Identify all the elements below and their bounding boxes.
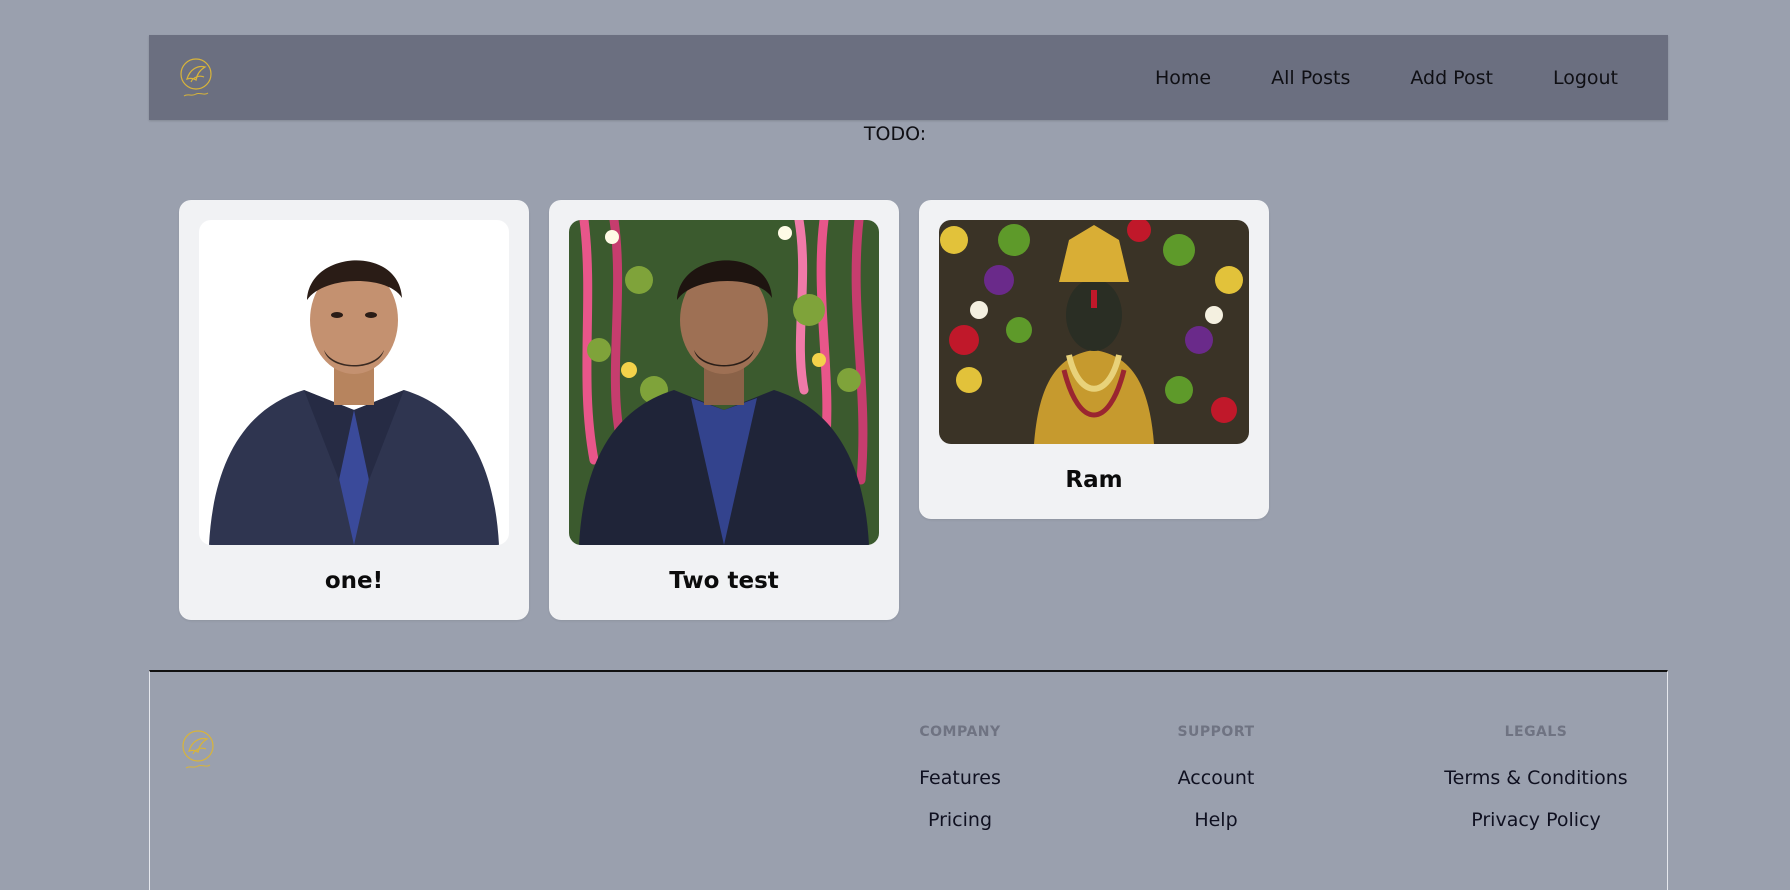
footer-link-terms[interactable]: Terms & Conditions [1386, 767, 1686, 789]
footer-column-support: SUPPORT Account Help [1116, 724, 1316, 831]
post-image [199, 220, 509, 545]
footer-heading: COMPANY [919, 724, 1001, 740]
site-logo-icon[interactable] [178, 55, 214, 101]
footer-link-features[interactable]: Features [860, 767, 1060, 789]
post-title: one! [324, 568, 384, 594]
main-nav: Home All Posts Add Post Logout [1155, 35, 1618, 120]
footer-link-help[interactable]: Help [1116, 809, 1316, 831]
nav-all-posts-link[interactable]: All Posts [1271, 67, 1350, 89]
footer-column-legals: LEGALS Terms & Conditions Privacy Policy [1386, 724, 1686, 831]
footer-heading: LEGALS [1504, 724, 1568, 740]
footer-link-pricing[interactable]: Pricing [860, 809, 1060, 831]
post-title: Ram [1065, 467, 1123, 493]
post-image [939, 220, 1249, 444]
nav-add-post-link[interactable]: Add Post [1410, 67, 1493, 89]
footer-logo-icon[interactable] [180, 727, 216, 773]
footer-link-privacy[interactable]: Privacy Policy [1386, 809, 1686, 831]
post-card-ram[interactable]: Ram [919, 200, 1269, 519]
todo-label: TODO: [863, 123, 927, 145]
post-card-one[interactable]: one! [179, 200, 529, 620]
post-image [569, 220, 879, 545]
site-footer: COMPANY Features Pricing SUPPORT Account… [149, 670, 1668, 890]
post-title: Two test [669, 568, 779, 594]
nav-logout-link[interactable]: Logout [1553, 67, 1618, 89]
footer-link-account[interactable]: Account [1116, 767, 1316, 789]
site-header: Home All Posts Add Post Logout [149, 35, 1668, 120]
footer-heading: SUPPORT [1177, 724, 1255, 740]
footer-column-company: COMPANY Features Pricing [860, 724, 1060, 831]
nav-home-link[interactable]: Home [1155, 67, 1211, 89]
post-card-two-test[interactable]: Two test [549, 200, 899, 620]
